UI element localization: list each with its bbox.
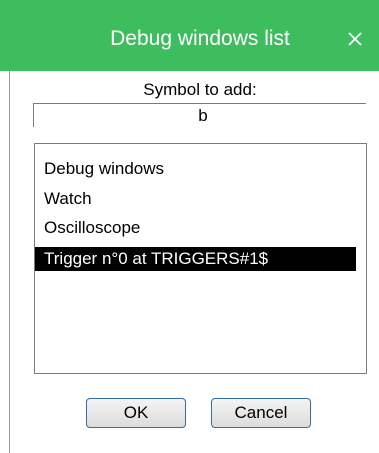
close-icon bbox=[348, 32, 362, 46]
symbol-input[interactable] bbox=[33, 103, 366, 127]
debug-windows-listbox[interactable]: Debug windows Watch Oscilloscope Trigger… bbox=[34, 143, 367, 374]
title-bar: Debug windows list bbox=[0, 0, 379, 71]
window-left-border bbox=[9, 71, 10, 453]
list-item-debug-windows[interactable]: Debug windows bbox=[35, 157, 356, 181]
window-title: Debug windows list bbox=[110, 27, 290, 50]
symbol-to-add-label: Symbol to add: bbox=[143, 80, 257, 99]
cancel-button[interactable]: Cancel bbox=[211, 398, 311, 428]
list-item-watch[interactable]: Watch bbox=[35, 187, 356, 211]
list-item-oscilloscope[interactable]: Oscilloscope bbox=[35, 216, 356, 240]
ok-button[interactable]: OK bbox=[86, 398, 186, 428]
debug-windows-dialog: Debug windows list Symbol to add: Debug … bbox=[0, 0, 379, 453]
close-button[interactable] bbox=[340, 24, 370, 54]
list-item-trigger[interactable]: Trigger n°0 at TRIGGERS#1$ bbox=[35, 247, 356, 271]
